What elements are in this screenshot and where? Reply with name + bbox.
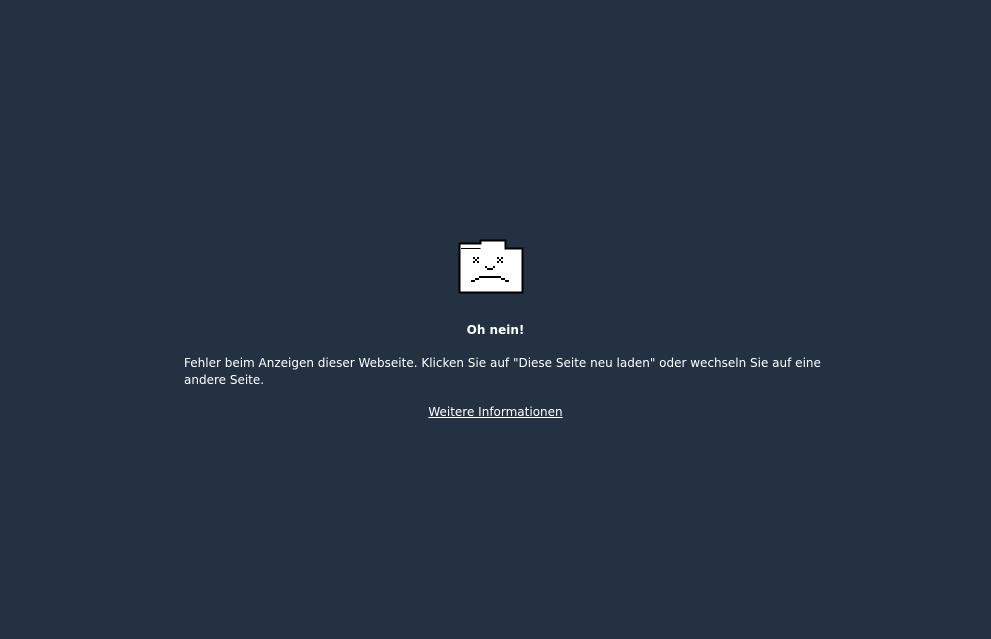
learn-more-container: Weitere Informationen xyxy=(0,404,991,421)
error-message: Fehler beim Anzeigen dieser Webseite. Kl… xyxy=(184,356,821,387)
error-title: Oh nein! xyxy=(466,323,525,337)
sad-folder-icon xyxy=(458,239,524,294)
learn-more-link[interactable]: Weitere Informationen xyxy=(428,405,562,419)
